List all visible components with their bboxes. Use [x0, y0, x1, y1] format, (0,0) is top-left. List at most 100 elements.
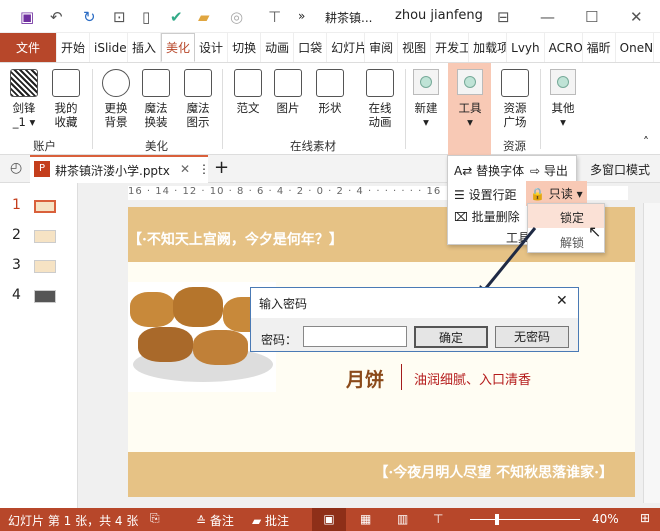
animation-icon: [366, 69, 394, 97]
bottom-banner: 【·今夜月明人尽望 不知秋思落谁家·】: [128, 452, 635, 497]
ribbon-button-1[interactable]: 我的 收藏: [46, 69, 86, 129]
close-tab-icon[interactable]: ✕: [180, 162, 190, 176]
slide-sorter-icon[interactable]: ▦: [360, 512, 371, 526]
shapes-icon: [316, 69, 344, 97]
ribbon-button-11[interactable]: 资源 广场: [495, 69, 535, 129]
tab-8[interactable]: 口袋: [294, 33, 328, 62]
ribbon-button-label: 工具: [458, 101, 482, 115]
ribbon-button-2[interactable]: 更换 背景: [96, 69, 136, 129]
password-input[interactable]: [303, 326, 407, 347]
tab-menu-icon[interactable]: ⋮: [198, 162, 210, 176]
ribbon: 剑锋 _1 ▾ 我的 收藏 更换 背景 魔法 换装 魔法 图示 范文 图片 形状 在线 动画 新建 ▾ 工具 ▾ 资源…: [0, 63, 660, 155]
document-tab[interactable]: P 耕茶镇浒溇小学.pptx ✕ ⋮: [30, 155, 210, 183]
slide-thumbnail-1[interactable]: [34, 200, 56, 213]
document-tab-label: 耕茶镇浒溇小学.pptx: [55, 164, 170, 178]
zoom-slider-thumb[interactable]: [495, 514, 499, 525]
add-tab-button[interactable]: +: [214, 157, 229, 178]
confirm-button[interactable]: 确定: [414, 326, 488, 348]
notes-button[interactable]: ≙ 备注: [196, 512, 234, 529]
slideshow-icon[interactable]: ⊡: [113, 8, 126, 26]
user-name[interactable]: zhou jianfeng: [395, 8, 483, 23]
ribbon-button-5[interactable]: 范文: [228, 69, 268, 115]
ribbon-button-label: 广场: [503, 115, 527, 129]
ribbon-button-label: ▾: [560, 115, 566, 129]
password-label: 密码：: [261, 333, 298, 347]
ribbon-button-6[interactable]: 图片: [268, 69, 308, 115]
circle-icon: [457, 69, 483, 95]
ribbon-button-7[interactable]: 形状: [310, 69, 350, 115]
export-item[interactable]: ⇨ 导出: [530, 162, 568, 179]
document-title: 耕茶镇...: [325, 11, 373, 25]
group-account: 账户: [33, 139, 56, 153]
no-password-button[interactable]: 无密码: [495, 326, 569, 348]
dialog-close-button[interactable]: ✕: [556, 293, 568, 309]
normal-view-icon[interactable]: ▣: [312, 508, 346, 531]
slide-thumbnail-2[interactable]: [34, 230, 56, 243]
ribbon-button-4[interactable]: 魔法 图示: [178, 69, 218, 129]
grid-icon: [501, 69, 529, 97]
reading-view-icon[interactable]: ▥: [397, 512, 408, 526]
password-dialog: 输入密码 ✕ 密码： 确定 无密码: [250, 287, 579, 352]
multi-window-mode[interactable]: 多窗口模式: [590, 161, 650, 178]
batch-delete-item[interactable]: ⌧ 批量删除: [454, 208, 520, 225]
close-button[interactable]: ✕: [630, 8, 643, 26]
zoom-slider[interactable]: [470, 519, 580, 520]
group-online-materials: 在线素材: [290, 139, 336, 153]
maximize-button[interactable]: ☐: [585, 8, 598, 26]
save-icon[interactable]: ▣: [20, 8, 34, 26]
collapse-ribbon-icon[interactable]: ˄: [643, 135, 649, 149]
zoom-level[interactable]: 40%: [592, 512, 619, 526]
tab-6[interactable]: 切换: [228, 33, 262, 62]
comments-button[interactable]: ▰ 批注: [252, 512, 289, 529]
tab-10[interactable]: 审阅: [365, 33, 399, 62]
ribbon-button-10[interactable]: 工具 ▾: [450, 69, 490, 129]
present-icon[interactable]: ⊤: [268, 8, 281, 26]
thumb-number: 3: [12, 257, 21, 273]
ribbon-button-label: 范文: [236, 101, 260, 115]
tab-15[interactable]: ACRO: [545, 33, 583, 62]
minimize-button[interactable]: —: [540, 8, 555, 26]
tab-13[interactable]: 加载项: [469, 33, 508, 62]
ribbon-button-3[interactable]: 魔法 换装: [136, 69, 176, 129]
spell-check-icon[interactable]: ⎘: [150, 511, 160, 526]
slide-thumbnail-3[interactable]: [34, 260, 56, 273]
ribbon-button-12[interactable]: 其他 ▾: [543, 69, 583, 129]
ribbon-button-label: ▾: [467, 115, 473, 129]
new-file-icon[interactable]: ▯: [142, 8, 150, 26]
tab-17[interactable]: OneN: [616, 33, 654, 62]
check-icon[interactable]: ✔: [170, 8, 183, 26]
ribbon-display-icon[interactable]: ⊟: [497, 8, 510, 26]
history-icon[interactable]: ◴: [10, 160, 22, 176]
tab-4[interactable]: 美化: [161, 33, 196, 62]
tab-1[interactable]: 开始: [57, 33, 91, 62]
vertical-scrollbar[interactable]: [643, 203, 660, 503]
tab-16[interactable]: 福昕: [583, 33, 616, 62]
folder-icon[interactable]: ▰: [198, 8, 210, 26]
circle-icon: [550, 69, 576, 95]
line-spacing-item[interactable]: ☰ 设置行距: [454, 186, 517, 203]
tab-5[interactable]: 设计: [195, 33, 229, 62]
tab-3[interactable]: 插入: [128, 33, 162, 62]
tab-7[interactable]: 动画: [261, 33, 295, 62]
tab-14[interactable]: Lvyh: [507, 33, 545, 62]
tab-0[interactable]: 文件: [0, 33, 57, 62]
ribbon-button-0[interactable]: 剑锋 _1 ▾: [4, 69, 44, 129]
ribbon-button-label: 动画: [368, 115, 392, 129]
tab-9[interactable]: 幻灯片: [327, 33, 366, 62]
shapes-icon[interactable]: ◎: [230, 8, 243, 26]
slideshow-view-icon[interactable]: ⊤: [433, 512, 443, 526]
redo-icon[interactable]: ↻: [83, 8, 96, 26]
replace-font-item[interactable]: A⇄ 替换字体: [454, 162, 524, 179]
ribbon-button-8[interactable]: 在线 动画: [360, 69, 400, 129]
tab-11[interactable]: 视图: [398, 33, 432, 62]
undo-icon[interactable]: ↶: [50, 8, 63, 26]
fit-to-window-icon[interactable]: ⊞: [640, 511, 650, 525]
qr-code-icon: [10, 69, 38, 97]
tab-12[interactable]: 开发工: [431, 33, 470, 62]
ribbon-button-9[interactable]: 新建 ▾: [406, 69, 446, 129]
ribbon-button-label: 我的: [54, 101, 78, 115]
tab-2[interactable]: iSlide: [90, 33, 129, 62]
slide-thumbnail-4[interactable]: [34, 290, 56, 303]
ribbon-button-label: _1 ▾: [12, 115, 36, 129]
more-icon[interactable]: »: [298, 9, 305, 23]
